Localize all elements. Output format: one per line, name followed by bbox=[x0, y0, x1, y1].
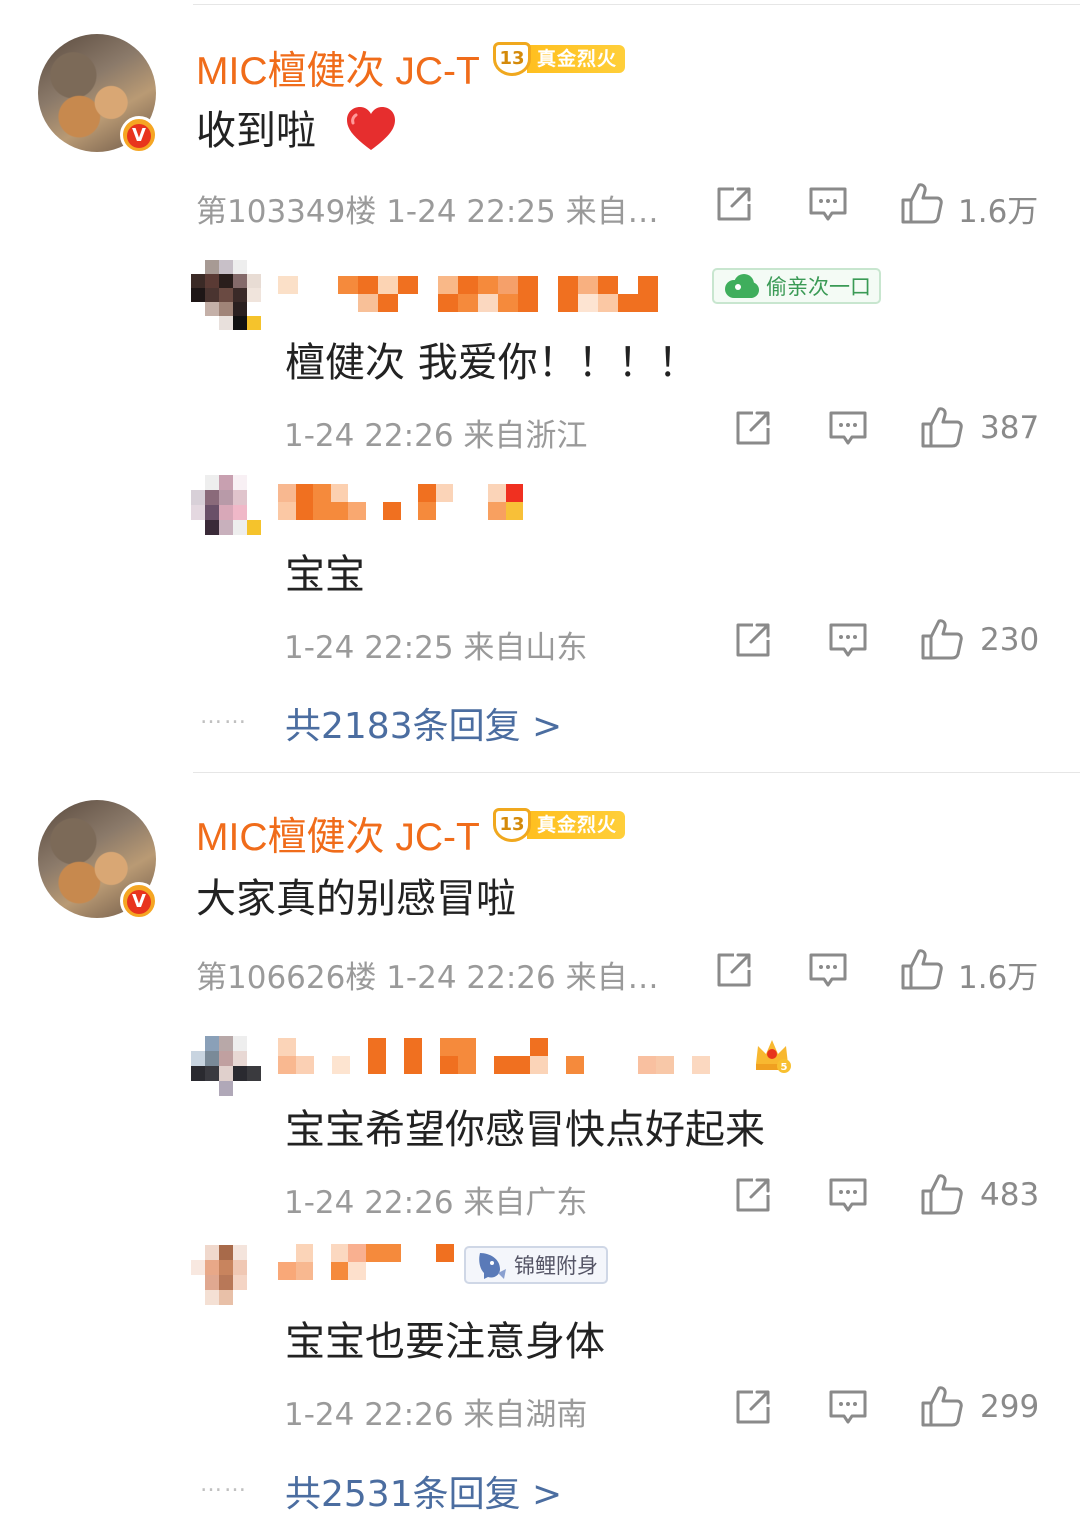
crown-icon: 5 bbox=[752, 1034, 792, 1074]
badge-label: 真金烈火 bbox=[527, 811, 626, 839]
reply-text: 宝宝 bbox=[285, 552, 365, 598]
comment-divider bbox=[193, 772, 1080, 773]
like-count[interactable]: 1.6万 bbox=[958, 186, 1038, 231]
comment-icon[interactable] bbox=[828, 408, 868, 448]
svg-text:5: 5 bbox=[781, 1062, 788, 1073]
view-more-replies-link[interactable]: 共2531条回复 > bbox=[285, 1465, 562, 1517]
share-icon[interactable] bbox=[733, 1387, 773, 1427]
comment-text: 收到啦 bbox=[196, 98, 397, 156]
comment-icon[interactable] bbox=[828, 1387, 868, 1427]
reply-text: 宝宝也要注意身体 bbox=[285, 1319, 605, 1365]
reply-meta: 1-24 22:26 来自浙江 bbox=[284, 418, 588, 454]
thumbs-up-icon[interactable] bbox=[900, 181, 944, 225]
reply-avatar[interactable] bbox=[191, 260, 261, 330]
heart-icon bbox=[345, 106, 397, 152]
like-count[interactable]: 299 bbox=[980, 1389, 1039, 1425]
reply-avatar[interactable] bbox=[191, 1036, 261, 1098]
fan-title-badge[interactable]: 锦鲤附身 bbox=[464, 1246, 608, 1284]
share-icon[interactable] bbox=[714, 950, 754, 990]
fan-level-badge[interactable]: 13 真金烈火 bbox=[493, 42, 626, 76]
username[interactable]: MIC檀健次 JC-T bbox=[196, 806, 480, 862]
thumbs-up-icon[interactable] bbox=[920, 1384, 964, 1428]
share-icon[interactable] bbox=[733, 408, 773, 448]
comment-icon[interactable] bbox=[828, 1175, 868, 1215]
reply-text: 檀健次 我爱你！！！！ bbox=[285, 340, 698, 386]
share-icon[interactable] bbox=[733, 620, 773, 660]
reply-meta: 1-24 22:25 来自山东 bbox=[284, 630, 588, 666]
verified-badge-icon: V bbox=[120, 882, 158, 920]
share-icon[interactable] bbox=[733, 1175, 773, 1215]
comment-text: 大家真的别感冒啦 bbox=[196, 876, 516, 922]
comment-text-body: 收到啦 bbox=[196, 108, 316, 154]
thumbs-up-icon[interactable] bbox=[920, 1172, 964, 1216]
like-count[interactable]: 387 bbox=[980, 410, 1039, 446]
comment-icon[interactable] bbox=[808, 950, 848, 990]
share-icon[interactable] bbox=[714, 184, 754, 224]
like-count[interactable]: 483 bbox=[980, 1177, 1039, 1213]
reply-username-pixelated[interactable] bbox=[278, 1244, 454, 1280]
level-shield-icon: 13 bbox=[493, 42, 531, 76]
reply-username-pixelated[interactable] bbox=[278, 1038, 728, 1074]
badge-label: 锦鲤附身 bbox=[514, 1254, 598, 1278]
reply-meta: 1-24 22:26 来自湖南 bbox=[284, 1397, 588, 1433]
floor-meta: 第106626楼 1-24 22:26 来自… bbox=[196, 960, 659, 996]
comment-icon[interactable] bbox=[828, 620, 868, 660]
thumbs-up-icon[interactable] bbox=[920, 617, 964, 661]
fan-title-badge[interactable]: 偷亲次一口 bbox=[712, 268, 881, 304]
badge-label: 真金烈火 bbox=[527, 45, 626, 73]
like-count[interactable]: 230 bbox=[980, 622, 1039, 658]
username[interactable]: MIC檀健次 JC-T bbox=[196, 40, 480, 96]
level-shield-icon: 13 bbox=[493, 808, 531, 842]
more-dots: …… bbox=[200, 704, 248, 729]
top-divider bbox=[193, 4, 1080, 5]
cloud-icon bbox=[722, 273, 760, 299]
more-dots: …… bbox=[200, 1472, 248, 1497]
badge-label: 偷亲次一口 bbox=[766, 275, 871, 299]
koi-fish-icon bbox=[474, 1249, 508, 1281]
verified-badge-icon: V bbox=[120, 116, 158, 154]
reply-username-pixelated[interactable] bbox=[278, 276, 658, 312]
thumbs-up-icon[interactable] bbox=[920, 405, 964, 449]
floor-meta: 第103349楼 1-24 22:25 来自… bbox=[196, 194, 659, 230]
comment-icon[interactable] bbox=[808, 184, 848, 224]
thumbs-up-icon[interactable] bbox=[900, 947, 944, 991]
reply-meta: 1-24 22:26 来自广东 bbox=[284, 1185, 588, 1221]
reply-username-pixelated[interactable] bbox=[278, 484, 523, 520]
reply-text: 宝宝希望你感冒快点好起来 bbox=[285, 1107, 765, 1153]
fan-level-badge[interactable]: 13 真金烈火 bbox=[493, 808, 626, 842]
reply-avatar[interactable] bbox=[191, 1245, 261, 1307]
like-count[interactable]: 1.6万 bbox=[958, 952, 1038, 997]
reply-avatar[interactable] bbox=[191, 475, 261, 537]
view-more-replies-link[interactable]: 共2183条回复 > bbox=[285, 697, 562, 749]
